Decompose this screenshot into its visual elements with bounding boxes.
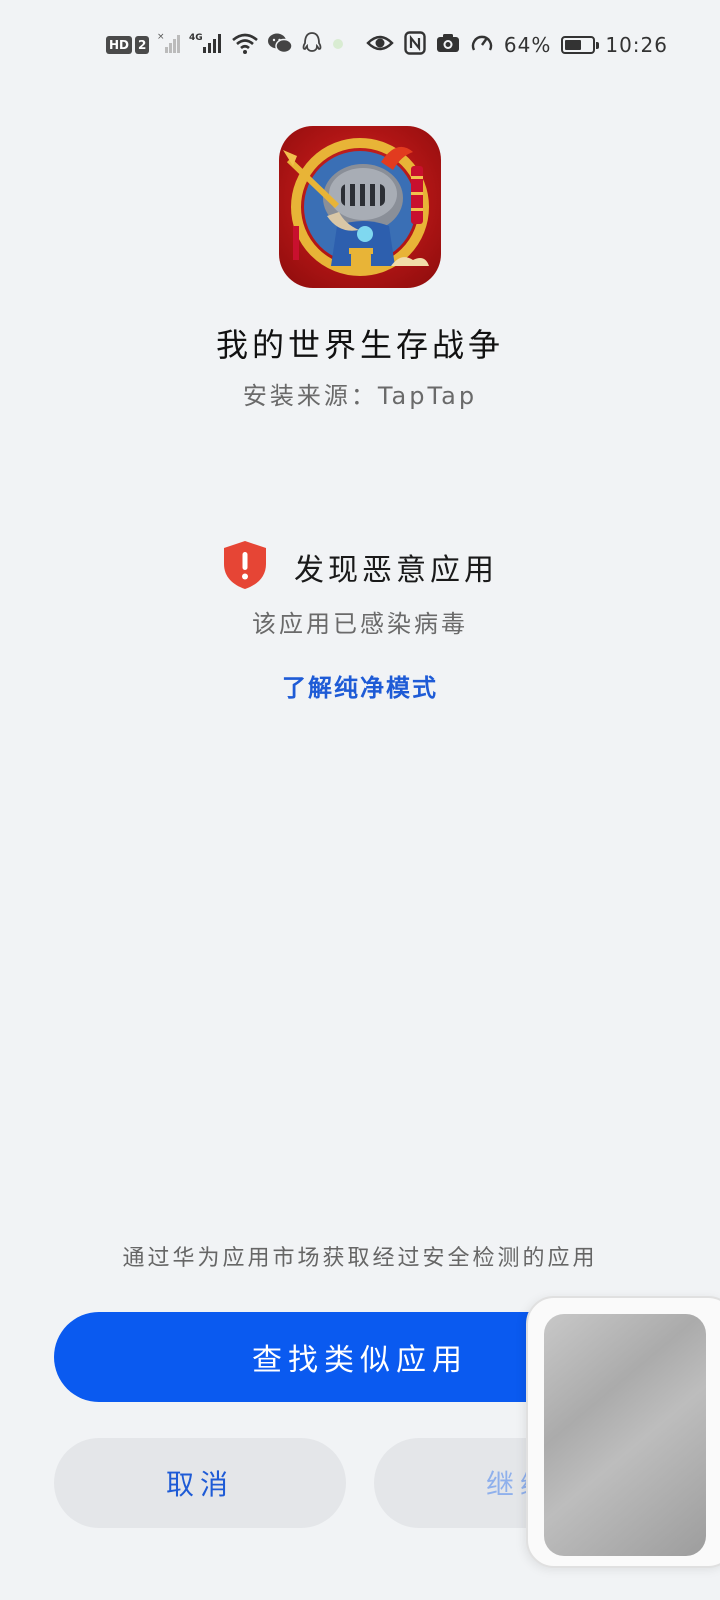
camera-icon — [436, 32, 460, 58]
install-source: 安装来源：TapTap — [242, 382, 478, 410]
shield-alert-icon — [222, 540, 268, 594]
floating-window[interactable] — [526, 1296, 720, 1568]
cancel-button[interactable]: 取消 — [54, 1438, 346, 1528]
nfc-icon — [404, 31, 426, 59]
status-bar-left: HD 2 × 4G — [106, 32, 345, 58]
battery-percent: 64% — [503, 33, 552, 57]
app-name: 我的世界生存战争 — [215, 326, 504, 364]
clock: 10:26 — [605, 33, 668, 57]
signal-x-icon: × — [157, 31, 181, 59]
speed-icon — [470, 31, 494, 59]
knight-game-icon — [279, 126, 441, 288]
learn-pure-mode-link[interactable]: 了解纯净模式 — [0, 668, 720, 703]
battery-cap — [596, 42, 600, 49]
sim-badge: 2 — [135, 36, 150, 54]
svg-text:×: × — [157, 32, 165, 42]
warning-header: 发现恶意应用 — [0, 540, 720, 594]
hd-badge: HD — [106, 36, 133, 54]
eye-icon — [366, 32, 394, 58]
floating-window-preview[interactable] — [544, 1314, 706, 1556]
qq-icon — [301, 31, 323, 59]
market-hint: 通过华为应用市场获取经过安全检测的应用 — [122, 1246, 598, 1271]
signal-icon: 4G — [189, 31, 223, 59]
battery-icon — [561, 36, 600, 54]
warning-subtitle: 该应用已感染病毒 — [252, 610, 468, 638]
wechat-icon — [267, 31, 294, 59]
battery-fill — [565, 40, 581, 50]
status-bar-right: 64% 10:26 — [366, 31, 668, 59]
network-label: 4G — [189, 33, 203, 43]
status-bar: HD 2 × 4G 64% 10:26 — [0, 0, 720, 90]
wifi-icon — [231, 31, 259, 59]
warning-title: 发现恶意应用 — [294, 553, 498, 588]
notification-dot-icon — [331, 31, 345, 59]
